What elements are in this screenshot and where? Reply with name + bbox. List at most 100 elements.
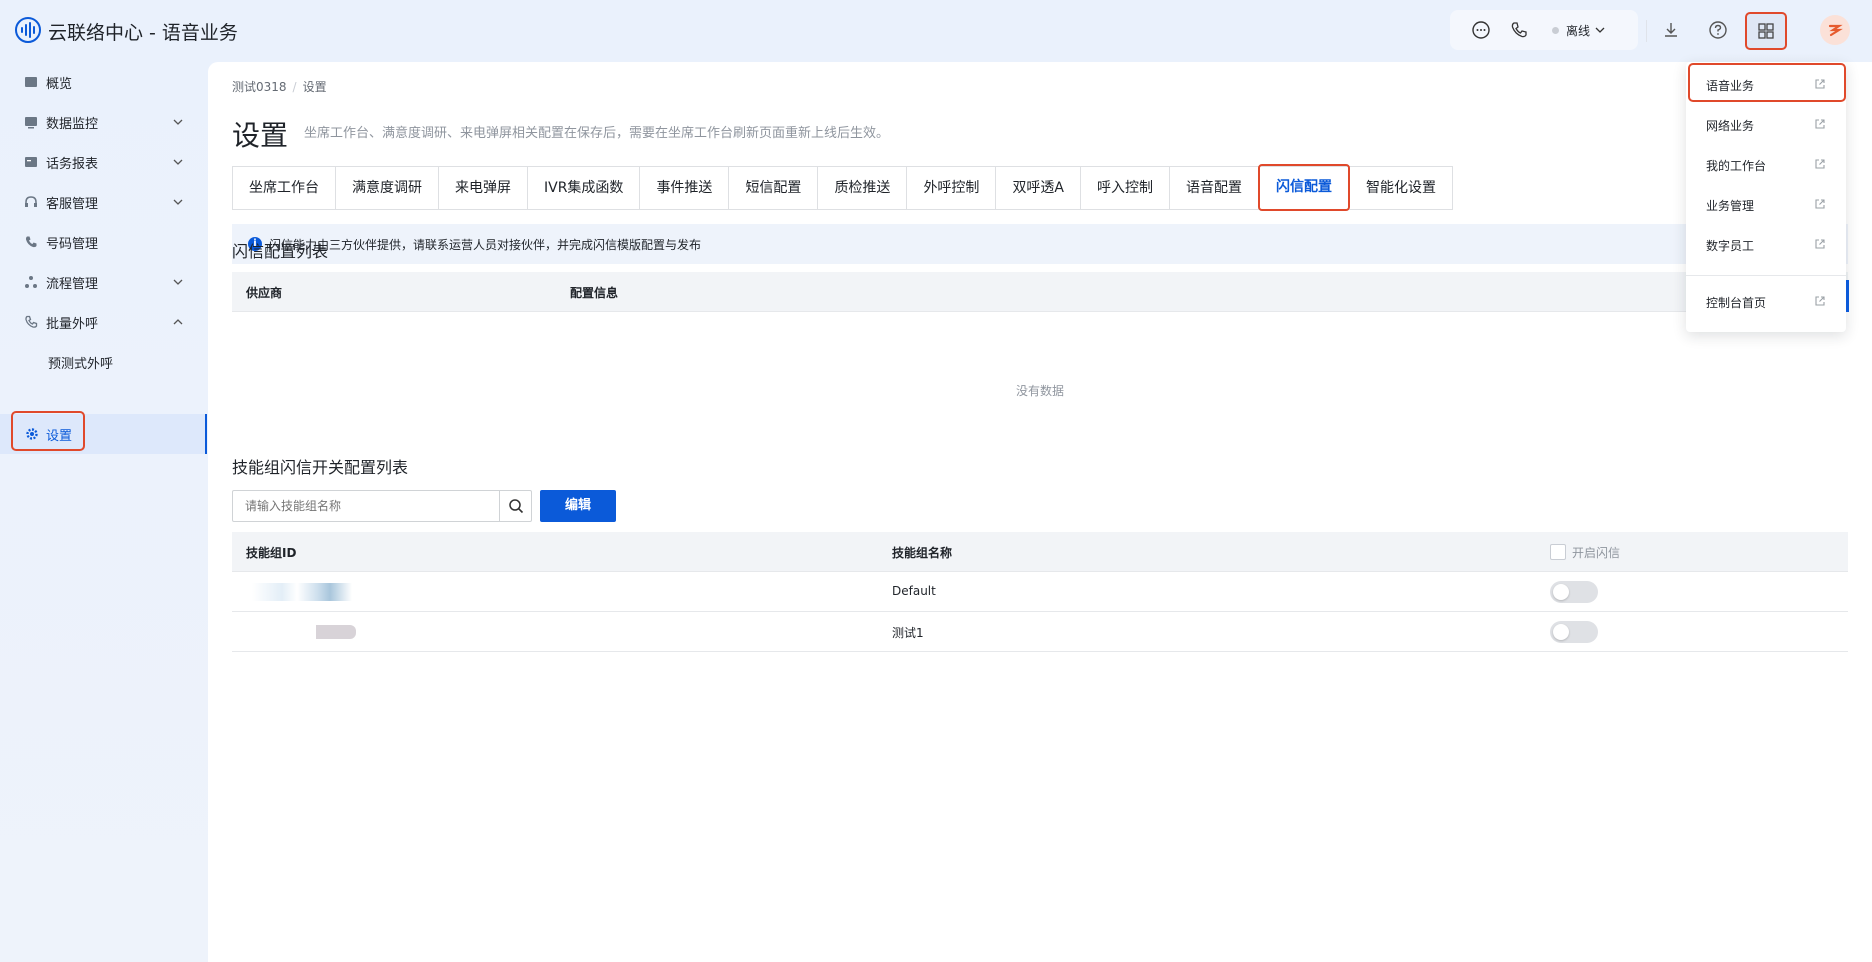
chevron-down-icon	[173, 159, 183, 165]
breadcrumb: 测试0318 / 设置	[232, 78, 327, 95]
phone-icon	[25, 236, 37, 248]
sidebar-item-number-management[interactable]: 号码管理	[0, 222, 207, 262]
skill-group-name: 测试1	[892, 626, 924, 640]
avatar-emblem-icon	[1828, 24, 1843, 37]
phone-icon[interactable]	[1508, 19, 1530, 41]
agent-status[interactable]: 离线	[1566, 22, 1590, 39]
chevron-up-icon	[173, 319, 183, 325]
user-avatar[interactable]	[1820, 15, 1850, 45]
menu-item-label: 控制台首页	[1706, 296, 1767, 310]
tab-outbound-control[interactable]: 外呼控制	[907, 167, 997, 209]
sidebar-item-label: 预测式外呼	[48, 357, 114, 372]
search-icon	[509, 499, 524, 514]
page-subtitle: 坐席工作台、满意度调研、来电弹屏相关配置在保存后，需要在坐席工作台刷新页面重新上…	[304, 126, 890, 141]
tab-voice-config[interactable]: 语音配置	[1170, 167, 1260, 209]
tab-qa-push[interactable]: 质检推送	[818, 167, 908, 209]
headset-icon	[25, 196, 37, 207]
main-content: 测试0318 / 设置 设置 坐席工作台、满意度调研、来电弹屏相关配置在保存后，需要…	[208, 62, 1872, 962]
sidebar-item-predictive-outbound[interactable]: 预测式外呼	[0, 342, 207, 382]
menu-item-digital-employee[interactable]: 数字员工	[1686, 226, 1846, 262]
tab-screen-pop[interactable]: 来电弹屏	[439, 167, 528, 209]
tab-intelligent-settings[interactable]: 智能化设置	[1350, 167, 1454, 209]
column-header: 开启闪信	[1572, 546, 1621, 560]
column-header: 配置信息	[570, 286, 619, 300]
table-row: Default	[232, 572, 1848, 612]
sidebar-item-data-monitor[interactable]: 数据监控	[0, 102, 207, 142]
breadcrumb-current: 设置	[302, 80, 327, 94]
help-icon[interactable]	[1707, 19, 1729, 41]
scroll-indicator	[1846, 280, 1849, 312]
external-link-icon	[1815, 159, 1825, 169]
tab-ivr-functions[interactable]: IVR集成函数	[528, 167, 641, 209]
voice-logo-icon	[15, 17, 41, 43]
flash-sms-toggle[interactable]	[1550, 581, 1598, 603]
monitor-icon	[25, 117, 37, 129]
external-link-icon	[1815, 119, 1825, 129]
menu-item-my-workbench[interactable]: 我的工作台	[1686, 146, 1846, 182]
breadcrumb-separator: /	[292, 80, 297, 94]
edit-button[interactable]: 编辑	[540, 490, 616, 522]
flow-icon	[25, 276, 37, 288]
tab-event-push[interactable]: 事件推送	[640, 167, 730, 209]
top-header: 云联络中心 - 语音业务 离线	[0, 0, 1872, 60]
sidebar-item-flow-management[interactable]: 流程管理	[0, 262, 207, 302]
menu-divider	[1686, 275, 1846, 276]
skill-group-search	[232, 490, 532, 522]
voice-business-highlight-box	[1688, 63, 1846, 102]
menu-item-business-management[interactable]: 业务管理	[1686, 186, 1846, 222]
menu-item-label: 网络业务	[1706, 119, 1755, 133]
search-button[interactable]	[499, 491, 531, 521]
redacted-skill-id	[252, 583, 352, 601]
tab-flash-sms-config[interactable]: 闪信配置	[1258, 164, 1351, 211]
menu-item-label: 业务管理	[1706, 199, 1755, 213]
sidebar-item-label: 流程管理	[46, 277, 99, 292]
settings-highlight-box	[11, 411, 85, 451]
chevron-down-icon	[173, 199, 183, 205]
tab-agent-workbench[interactable]: 坐席工作台	[233, 167, 336, 209]
sidebar-item-overview[interactable]: 概览	[0, 62, 207, 102]
tab-satisfaction-survey[interactable]: 满意度调研	[336, 167, 439, 209]
chevron-down-icon[interactable]	[1595, 25, 1605, 35]
app-switcher-button[interactable]	[1745, 12, 1787, 50]
empty-state-text: 没有数据	[1015, 384, 1064, 398]
toolbar-divider	[1646, 20, 1647, 42]
tab-dual-call[interactable]: 双呼透A	[996, 167, 1082, 209]
sidebar-item-call-report[interactable]: 话务报表	[0, 142, 207, 182]
sidebar-item-label: 数据监控	[46, 117, 99, 132]
sidebar-item-label: 批量外呼	[46, 317, 99, 332]
external-link-icon	[1815, 296, 1825, 306]
sidebar: 概览 数据监控 话务报表 客服管理 号码管理 流程管理 批量外呼 预测式外呼 设…	[0, 62, 207, 962]
sidebar-item-batch-outbound[interactable]: 批量外呼	[0, 302, 207, 342]
skill-group-search-input[interactable]	[233, 491, 499, 521]
external-link-icon	[1815, 239, 1825, 249]
grid-icon	[1758, 23, 1774, 39]
flash-table-header: 供应商 配置信息 操作	[232, 272, 1848, 312]
skill-group-name: Default	[892, 584, 936, 598]
tab-inbound-control[interactable]: 呼入控制	[1081, 167, 1171, 209]
breadcrumb-parent[interactable]: 测试0318	[232, 80, 287, 94]
menu-item-label: 我的工作台	[1706, 159, 1767, 173]
tab-sms-config[interactable]: 短信配置	[729, 167, 819, 209]
skill-group-list-title: 技能组闪信开关配置列表	[232, 458, 409, 477]
menu-item-console-home[interactable]: 控制台首页	[1686, 283, 1846, 319]
flash-config-list-title: 闪信配置列表	[232, 242, 329, 261]
page-title: 设置	[232, 119, 289, 152]
menu-item-network-business[interactable]: 网络业务	[1686, 106, 1846, 142]
column-header: 供应商	[246, 286, 283, 300]
menu-item-label: 数字员工	[1706, 239, 1755, 253]
status-dot	[1552, 27, 1559, 34]
overview-icon	[25, 77, 37, 87]
sidebar-item-label: 号码管理	[46, 237, 99, 252]
info-banner-text: 闪信能力由三方伙伴提供，请联系运营人员对接伙伴，并完成闪信模版配置与发布	[269, 238, 702, 252]
sidebar-item-label: 概览	[46, 77, 73, 92]
download-icon[interactable]	[1660, 19, 1682, 41]
chat-icon[interactable]	[1470, 19, 1492, 41]
settings-tabs: 坐席工作台 满意度调研 来电弹屏 IVR集成函数 事件推送 短信配置 质检推送 …	[232, 164, 1454, 211]
flash-sms-toggle[interactable]	[1550, 621, 1598, 643]
app-title: 云联络中心 - 语音业务	[48, 22, 238, 44]
app-switcher-menu: 语音业务 网络业务 我的工作台 业务管理 数字员工 控制台首页	[1686, 62, 1846, 332]
sidebar-item-agent-management[interactable]: 客服管理	[0, 182, 207, 222]
enable-all-checkbox[interactable]	[1550, 544, 1566, 560]
report-icon	[25, 157, 37, 167]
skill-table-header: 技能组ID 技能组名称 开启闪信	[232, 532, 1848, 572]
